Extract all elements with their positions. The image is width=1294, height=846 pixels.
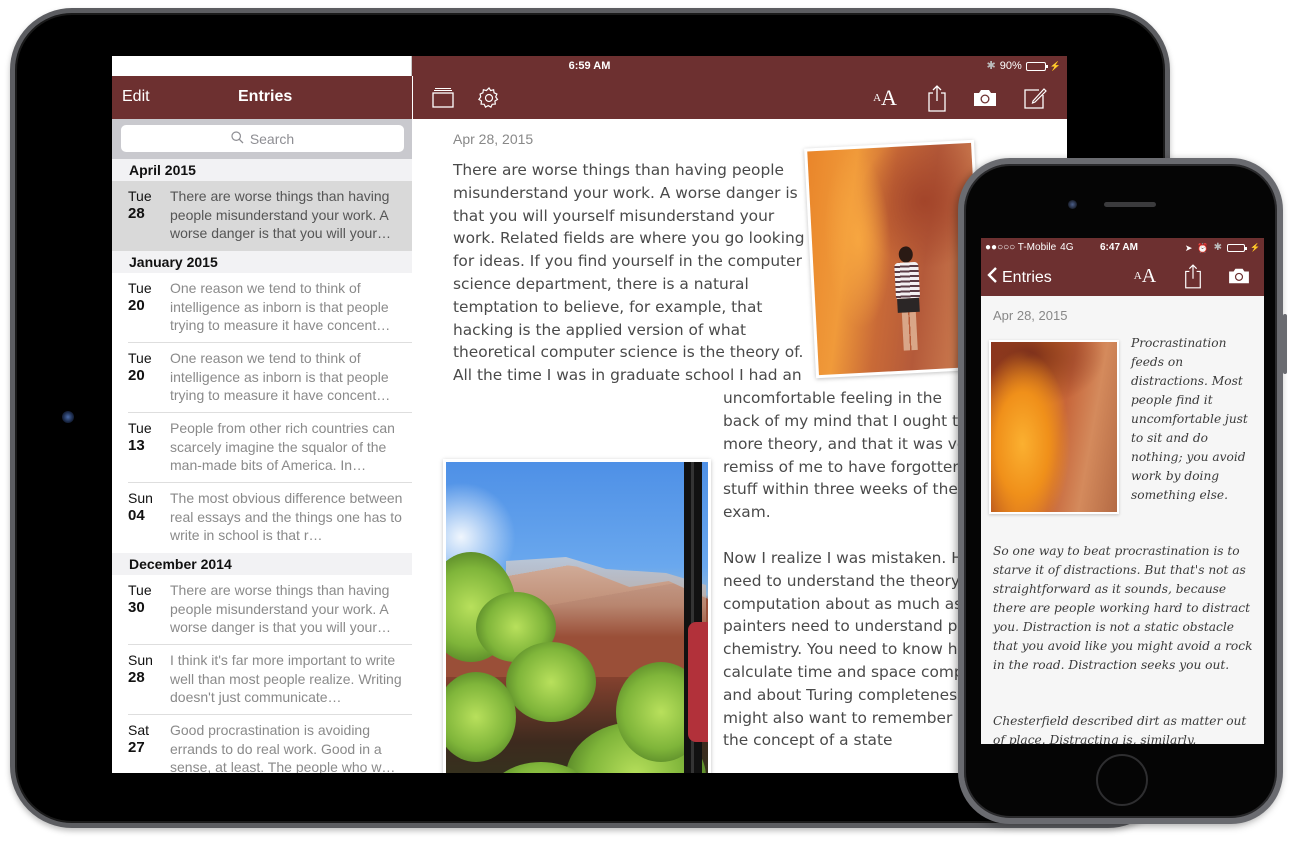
entries-sidebar: Edit Entries Search April 2015 Tue 28 There… (112, 56, 412, 773)
canyon-image (991, 342, 1117, 512)
battery-percent: 90% (999, 60, 1022, 72)
canyon-image (807, 142, 983, 376)
share-icon[interactable] (1179, 262, 1207, 290)
entry-day: Tue (128, 188, 152, 204)
text-size-small: A (873, 92, 882, 104)
iphone-status-bar: ●●○○○ T-Mobile 4G 6:47 AM ➤ ⏰ ✱ ⚡ (981, 238, 1264, 258)
sidebar-title: Entries (238, 88, 293, 105)
entry-list-item[interactable]: Tue 30 There are worse things than having … (112, 575, 412, 645)
iphone-camera (1068, 200, 1077, 209)
entry-toolbar: AA (413, 76, 1067, 119)
entry-date-number: 20 (128, 367, 145, 384)
location-icon: ➤ (1184, 243, 1193, 253)
search-placeholder: Search (249, 130, 295, 147)
entry-snippet: One reason we tend to think of intellige… (170, 280, 391, 334)
bluetooth-icon: ✱ (986, 60, 996, 72)
entry-snippet: There are worse things than having peopl… (170, 582, 391, 636)
entry-date-number: 28 (128, 205, 145, 222)
entry-day: Tue (128, 420, 152, 436)
entry-snippet: People from other rich countries can sca… (170, 420, 395, 474)
battery-icon (1227, 244, 1248, 252)
status-time: 6:47 AM (1100, 242, 1138, 253)
back-button[interactable]: Entries (987, 266, 1052, 289)
entry-snippet: I think it's far more important to write… (170, 652, 402, 706)
entry-list-item[interactable]: Tue 28 There are worse things than having … (112, 181, 412, 251)
edit-button[interactable]: Edit (122, 88, 150, 106)
share-icon[interactable] (923, 84, 951, 112)
back-label: Entries (1002, 268, 1052, 286)
entry-date-number: 27 (128, 739, 145, 756)
entry-date: Apr 28, 2015 (453, 131, 534, 147)
entry-date-number: 28 (128, 669, 145, 686)
entry-date-number: 20 (128, 297, 145, 314)
entry-day: Tue (128, 350, 152, 366)
entry-paragraph[interactable]: So one way to beat procrastination is to… (993, 542, 1261, 675)
iphone-screen: ●●○○○ T-Mobile 4G 6:47 AM ➤ ⏰ ✱ ⚡ Entrie… (981, 238, 1264, 744)
entry-list-item[interactable]: Tue 20 One reason we tend to think of inte… (112, 273, 412, 343)
iphone-nav-bar: Entries AA (981, 258, 1264, 296)
entries-list: April 2015 Tue 28 There are worse things th… (112, 159, 412, 773)
entry-list-item[interactable]: Sat 27 Good procrastination is avoiding er… (112, 715, 412, 773)
section-header: April 2015 (112, 159, 412, 181)
network-label: 4G (1060, 242, 1074, 253)
person-figure (890, 246, 926, 357)
entry-date-number: 30 (128, 599, 145, 616)
entry-list-item[interactable]: Tue 13 People from other rich countries ca… (112, 413, 412, 483)
battery-icon (1025, 61, 1048, 71)
entry-list-item[interactable]: Tue 20 One reason we tend to think of inte… (112, 343, 412, 413)
entry-paragraph[interactable]: There are worse things than having peopl… (453, 159, 808, 387)
ipad-screen: iPad 6:59 AM ✱ 90% ⚡ Edit Entries Search (112, 56, 1067, 773)
text-size-small: A (1133, 270, 1142, 282)
canyon-photo[interactable] (989, 340, 1119, 514)
compose-icon[interactable] (1021, 84, 1049, 112)
section-header: December 2014 (112, 553, 412, 575)
entry-snippet: The most obvious difference between real… (170, 490, 403, 544)
charging-icon: ⚡ (1250, 243, 1260, 252)
zion-image (446, 462, 708, 773)
entry-day: Tue (128, 280, 152, 296)
entry-day: Tue (128, 582, 152, 598)
zion-cliffs-photo[interactable] (443, 459, 711, 773)
side-button (1283, 314, 1287, 374)
home-button[interactable] (1096, 754, 1148, 806)
charging-icon: ⚡ (1049, 61, 1061, 71)
journals-icon[interactable] (429, 84, 457, 112)
text-size-big: A (1141, 264, 1157, 287)
entry-list-item[interactable]: Sun 28 I think it's far more important to … (112, 645, 412, 715)
entry-day: Sat (128, 722, 150, 738)
text-size-icon[interactable]: AA (871, 84, 899, 112)
entry-date: Apr 28, 2015 (993, 308, 1068, 323)
carrier-label: ●●○○○ T-Mobile (985, 242, 1057, 253)
camera-icon[interactable] (971, 84, 999, 112)
text-size-icon[interactable]: AA (1131, 262, 1159, 290)
entry-date-number: 04 (128, 507, 145, 524)
camera-icon[interactable] (1225, 262, 1253, 290)
settings-icon[interactable] (475, 84, 503, 112)
search-icon (231, 130, 244, 147)
search-input[interactable]: Search (121, 125, 404, 152)
chevron-left-icon (987, 266, 998, 289)
entry-paragraph[interactable]: Chesterfield described dirt as matter ou… (993, 712, 1261, 744)
sidebar-nav-bar: Edit Entries (112, 76, 412, 119)
entry-snippet: One reason we tend to think of intellige… (170, 350, 391, 404)
entry-paragraph[interactable]: Procrastination feeds on distractions. M… (1131, 334, 1259, 505)
ipad-camera (62, 411, 74, 423)
search-bar: Search (112, 119, 412, 159)
entry-snippet: There are worse things than having peopl… (170, 188, 391, 242)
entry-day: Sun (128, 652, 153, 668)
alarm-icon: ⏰ (1197, 243, 1209, 253)
entry-snippet: Good procrastination is avoiding errands… (170, 722, 396, 773)
entry-list-item[interactable]: Sun 04 The most obvious difference between… (112, 483, 412, 553)
iphone-speaker (1104, 202, 1156, 207)
bluetooth-icon: ✱ (1213, 242, 1223, 253)
section-header: January 2015 (112, 251, 412, 273)
entry-day: Sun (128, 490, 153, 506)
iphone-entry-content: Apr 28, 2015 Procrastination feeds on di… (981, 296, 1264, 744)
text-size-big: A (881, 85, 897, 110)
entry-date-number: 13 (128, 437, 145, 454)
